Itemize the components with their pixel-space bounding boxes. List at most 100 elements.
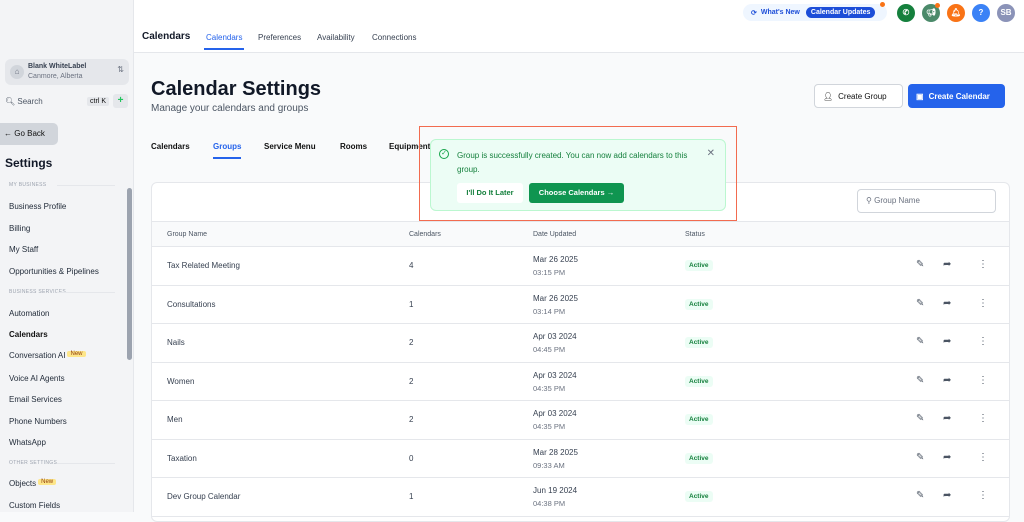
item-label: Conversation AI [9,351,66,360]
group-name[interactable]: Nails [167,338,185,347]
tab-service-menu[interactable]: Service Menu [264,142,316,151]
do-it-later-button[interactable]: I'll Do It Later [457,183,523,203]
more-options-icon[interactable]: ⋮ [978,490,988,501]
edit-icon[interactable]: ✎ [916,336,924,347]
account-switcher[interactable]: ⌂ Blank WhiteLabel Canmore, Alberta ⇅ [5,59,129,85]
status-badge: Active [685,414,713,425]
go-back-button[interactable]: ← Go Back [0,123,58,145]
sidebar-item-phone-numbers[interactable]: Phone Numbers [9,417,67,426]
table-row[interactable]: Taxation 0 Mar 28 2025 09:33 AM Active ✎… [152,440,1009,478]
more-options-icon[interactable]: ⋮ [978,336,988,347]
label: Create Calendar [928,91,990,101]
share-icon[interactable]: ➦ [943,490,951,501]
close-icon[interactable]: ✕ [707,148,715,159]
tab-calendars[interactable]: Calendars [203,33,245,50]
tab-preferences[interactable]: Preferences [258,33,301,42]
calendar-count: 2 [409,338,414,347]
table-row[interactable]: Dev Group Calendar 1 Jun 19 2024 04:38 P… [152,478,1009,517]
share-icon[interactable]: ➦ [943,298,951,309]
more-options-icon[interactable]: ⋮ [978,375,988,386]
create-group-button[interactable]: 👤︎ Create Group [814,84,903,108]
toast-message: Group is successfully created. You can n… [457,151,688,174]
group-name[interactable]: Tax Related Meeting [167,261,240,270]
tab-calendars-list[interactable]: Calendars [151,142,190,151]
time-updated: 03:15 PM [533,268,566,277]
share-icon[interactable]: ➦ [943,259,951,270]
sidebar-item-calendars[interactable]: Calendars [9,330,48,339]
status-badge: Active [685,337,713,348]
megaphone-icon: ⟳ [751,9,757,17]
status-badge: Active [685,298,713,310]
group-name[interactable]: Dev Group Calendar [167,492,240,501]
edit-icon[interactable]: ✎ [916,375,924,386]
item-label: Objects [9,479,37,488]
whats-new-button[interactable]: ⟳ What's New Calendar Updates [743,4,887,21]
sidebar-item-automation[interactable]: Automation [9,309,49,318]
time-updated: 04:38 PM [533,499,566,508]
tab-availability[interactable]: Availability [317,33,355,42]
sidebar-item-conversation-ai[interactable]: Conversation AI New [9,351,86,360]
section-business-services: BUSINESS SERVICES [9,289,115,295]
sidebar-item-objects[interactable]: Objects New [9,479,57,488]
sidebar-item-whatsapp[interactable]: WhatsApp [9,438,46,447]
table-row[interactable]: Women 2 Apr 03 2024 04:35 PM Active ✎ ➦ … [152,363,1009,401]
header-group-name: Group Name [167,231,208,238]
status-badge: Active [685,491,713,502]
avatar[interactable]: SB [997,4,1015,22]
more-options-icon[interactable]: ⋮ [978,452,988,463]
table-row[interactable]: Nails 2 Apr 03 2024 04:45 PM Active ✎ ➦ … [152,324,1009,363]
tab-rooms[interactable]: Rooms [340,142,367,151]
quick-add-button[interactable]: + [113,94,128,108]
sidebar-item-voice-ai[interactable]: Voice AI Agents [9,374,65,383]
group-name[interactable]: Men [167,415,183,424]
edit-icon[interactable]: ✎ [916,490,924,501]
date-updated: Apr 03 2024 [533,370,577,380]
table-row[interactable]: Consultations 1 Mar 26 2025 03:14 PM Act… [152,286,1009,324]
choose-calendars-button[interactable]: Choose Calendars → [529,183,624,203]
group-search-input[interactable]: ⚲ Group Name [857,189,996,213]
group-name[interactable]: Taxation [167,454,197,463]
sidebar-item-business-profile[interactable]: Business Profile [9,202,66,211]
sidebar-item-opportunities[interactable]: Opportunities & Pipelines [9,267,99,276]
share-icon[interactable]: ➦ [943,452,951,463]
create-calendar-button[interactable]: ▣ Create Calendar [908,84,1005,108]
settings-title: Settings [5,156,53,170]
label: Create Group [838,91,887,101]
calendar-count: 1 [409,299,414,309]
sidebar-scrollbar[interactable] [127,188,132,360]
tab-connections[interactable]: Connections [372,33,416,42]
share-icon[interactable]: ➦ [943,336,951,347]
table-row[interactable]: Men 2 Apr 03 2024 04:35 PM Active ✎ ➦ ⋮ [152,401,1009,440]
more-options-icon[interactable]: ⋮ [978,413,988,424]
page-subtitle: Manage your calendars and groups [151,103,309,114]
edit-icon[interactable]: ✎ [916,452,924,463]
edit-icon[interactable]: ✎ [916,298,924,309]
search-icon: 🔍︎ [5,96,18,106]
sidebar-item-billing[interactable]: Billing [9,224,30,233]
bell-icon[interactable]: 🔔︎ [947,4,965,22]
search-button[interactable]: 🔍︎ Search ctrl K [5,94,109,108]
edit-icon[interactable]: ✎ [916,259,924,270]
more-options-icon[interactable]: ⋮ [978,259,988,270]
calendar-updates-badge[interactable]: Calendar Updates [805,7,876,18]
group-name[interactable]: Consultations [167,300,215,309]
sidebar-item-my-staff[interactable]: My Staff [9,245,38,254]
share-icon[interactable]: ➦ [943,375,951,386]
time-updated: 04:35 PM [533,383,566,393]
phone-icon[interactable]: ✆ [897,4,915,22]
search-label: Search [17,96,43,106]
sidebar-item-custom-fields[interactable]: Custom Fields [9,501,60,510]
time-updated: 04:35 PM [533,422,566,431]
tab-groups[interactable]: Groups [213,142,242,159]
calendar-icon: ▣ [916,91,924,101]
share-icon[interactable]: ➦ [943,413,951,424]
shortcut-badge: ctrl K [87,96,109,106]
group-name[interactable]: Women [167,377,194,386]
edit-icon[interactable]: ✎ [916,413,924,424]
more-options-icon[interactable]: ⋮ [978,298,988,309]
sidebar-item-email-services[interactable]: Email Services [9,395,62,404]
table-row[interactable]: Tax Related Meeting 4 Mar 26 2025 03:15 … [152,247,1009,286]
date-updated: Mar 28 2025 [533,447,578,457]
status-badge: Active [685,375,713,387]
help-icon[interactable]: ? [972,4,990,22]
